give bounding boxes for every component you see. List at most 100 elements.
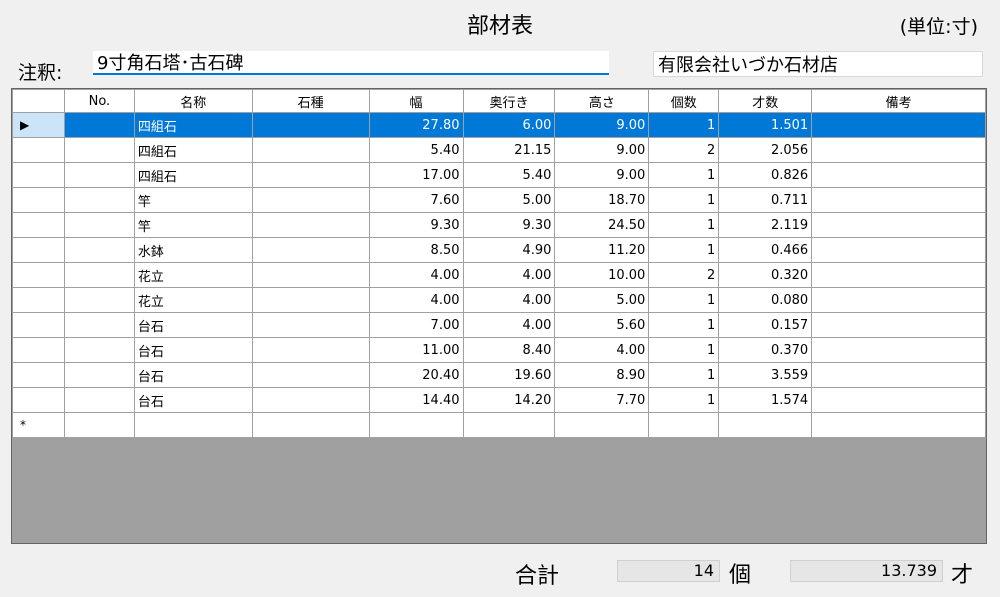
cell-count[interactable]: 1	[648, 212, 720, 238]
cell-count[interactable]: 2	[648, 262, 720, 288]
cell-sai[interactable]: 3.559	[718, 362, 813, 388]
cell-stone[interactable]	[251, 412, 370, 438]
row-header[interactable]	[12, 162, 65, 188]
cell-remarks[interactable]	[811, 362, 986, 388]
cell-height[interactable]: 5.60	[554, 312, 650, 338]
col-header-width[interactable]: 幅	[368, 89, 464, 113]
cell-name[interactable]: 花立	[133, 262, 253, 288]
cell-remarks[interactable]	[811, 237, 986, 263]
cell-remarks[interactable]	[811, 137, 986, 163]
cell-depth[interactable]: 5.00	[462, 187, 556, 213]
col-header-name[interactable]: 名称	[133, 89, 253, 113]
cell-stone[interactable]	[251, 137, 370, 163]
table-row[interactable]: 花立 4.00 4.00 5.00 1 0.080	[12, 287, 986, 313]
cell-sai[interactable]: 0.080	[718, 287, 813, 313]
cell-width[interactable]: 11.00	[368, 337, 464, 363]
cell-depth[interactable]: 4.00	[462, 262, 556, 288]
cell-sai[interactable]: 0.370	[718, 337, 813, 363]
cell-name[interactable]: 四組石	[133, 112, 253, 138]
col-header-sai[interactable]: 才数	[718, 89, 813, 113]
cell-remarks[interactable]	[811, 262, 986, 288]
cell-name[interactable]: 水鉢	[133, 237, 253, 263]
cell-no[interactable]	[63, 312, 135, 338]
cell-no[interactable]	[63, 187, 135, 213]
cell-stone[interactable]	[251, 337, 370, 363]
cell-stone[interactable]	[251, 162, 370, 188]
cell-sai[interactable]: 0.826	[718, 162, 813, 188]
cell-width[interactable]: 14.40	[368, 387, 464, 413]
cell-no[interactable]	[63, 112, 135, 138]
row-header[interactable]: ▶	[12, 112, 65, 138]
cell-no[interactable]	[63, 237, 135, 263]
cell-height[interactable]: 24.50	[554, 212, 650, 238]
row-header[interactable]	[12, 312, 65, 338]
table-row[interactable]: 花立 4.00 4.00 10.00 2 0.320	[12, 262, 986, 288]
table-row[interactable]: 四組石 5.40 21.15 9.00 2 2.056	[12, 137, 986, 163]
cell-height[interactable]: 7.70	[554, 387, 650, 413]
cell-remarks[interactable]	[811, 187, 986, 213]
col-header-count[interactable]: 個数	[648, 89, 720, 113]
cell-count[interactable]: 1	[648, 112, 720, 138]
cell-no[interactable]	[63, 412, 135, 438]
cell-stone[interactable]	[251, 362, 370, 388]
cell-no[interactable]	[63, 137, 135, 163]
cell-count[interactable]: 1	[648, 312, 720, 338]
cell-height[interactable]: 9.00	[554, 137, 650, 163]
cell-width[interactable]: 7.60	[368, 187, 464, 213]
row-header[interactable]	[12, 337, 65, 363]
cell-height[interactable]: 8.90	[554, 362, 650, 388]
cell-depth[interactable]: 4.00	[462, 312, 556, 338]
cell-remarks[interactable]	[811, 387, 986, 413]
cell-no[interactable]	[63, 337, 135, 363]
cell-depth[interactable]: 5.40	[462, 162, 556, 188]
table-row[interactable]: 竿 7.60 5.00 18.70 1 0.711	[12, 187, 986, 213]
cell-height[interactable]: 5.00	[554, 287, 650, 313]
row-header[interactable]	[12, 287, 65, 313]
col-header-stone[interactable]: 石種	[251, 89, 370, 113]
cell-depth[interactable]: 14.20	[462, 387, 556, 413]
cell-stone[interactable]	[251, 212, 370, 238]
row-header[interactable]	[12, 187, 65, 213]
cell-remarks[interactable]	[811, 337, 986, 363]
cell-depth[interactable]: 4.90	[462, 237, 556, 263]
table-row[interactable]: 台石 11.00 8.40 4.00 1 0.370	[12, 337, 986, 363]
cell-height[interactable]: 11.20	[554, 237, 650, 263]
cell-stone[interactable]	[251, 237, 370, 263]
cell-height[interactable]: 18.70	[554, 187, 650, 213]
cell-remarks[interactable]	[811, 212, 986, 238]
cell-stone[interactable]	[251, 112, 370, 138]
cell-remarks[interactable]	[811, 287, 986, 313]
col-header-remarks[interactable]: 備考	[811, 89, 986, 113]
table-row[interactable]: 竿 9.30 9.30 24.50 1 2.119	[12, 212, 986, 238]
cell-sai[interactable]: 0.711	[718, 187, 813, 213]
cell-name[interactable]: 台石	[133, 337, 253, 363]
cell-height[interactable]: 9.00	[554, 162, 650, 188]
cell-no[interactable]	[63, 362, 135, 388]
cell-width[interactable]: 17.00	[368, 162, 464, 188]
cell-remarks[interactable]	[811, 112, 986, 138]
cell-width[interactable]: 20.40	[368, 362, 464, 388]
col-header-height[interactable]: 高さ	[554, 89, 650, 113]
cell-width[interactable]: 9.30	[368, 212, 464, 238]
cell-height[interactable]: 10.00	[554, 262, 650, 288]
cell-sai[interactable]: 1.574	[718, 387, 813, 413]
cell-name[interactable]: 竿	[133, 212, 253, 238]
table-row[interactable]: 台石 7.00 4.00 5.60 1 0.157	[12, 312, 986, 338]
table-row[interactable]: ▶ 四組石 27.80 6.00 9.00 1 1.501	[12, 112, 986, 138]
company-field[interactable]	[653, 51, 983, 77]
cell-count[interactable]: 1	[648, 337, 720, 363]
table-row[interactable]: 水鉢 8.50 4.90 11.20 1 0.466	[12, 237, 986, 263]
cell-width[interactable]: 8.50	[368, 237, 464, 263]
cell-count[interactable]: 1	[648, 387, 720, 413]
cell-count[interactable]: 1	[648, 187, 720, 213]
cell-name[interactable]: 台石	[133, 312, 253, 338]
table-row[interactable]: 四組石 17.00 5.40 9.00 1 0.826	[12, 162, 986, 188]
cell-count[interactable]: 1	[648, 237, 720, 263]
table-row[interactable]: 台石 14.40 14.20 7.70 1 1.574	[12, 387, 986, 413]
cell-name[interactable]	[133, 412, 253, 438]
cell-depth[interactable]: 4.00	[462, 287, 556, 313]
parts-grid[interactable]: No. 名称 石種 幅 奥行き 高さ 個数 才数 備考 ▶ 四組石 27.80 6.0…	[11, 88, 987, 544]
cell-depth[interactable]: 6.00	[462, 112, 556, 138]
row-header[interactable]	[12, 387, 65, 413]
cell-width[interactable]: 4.00	[368, 262, 464, 288]
